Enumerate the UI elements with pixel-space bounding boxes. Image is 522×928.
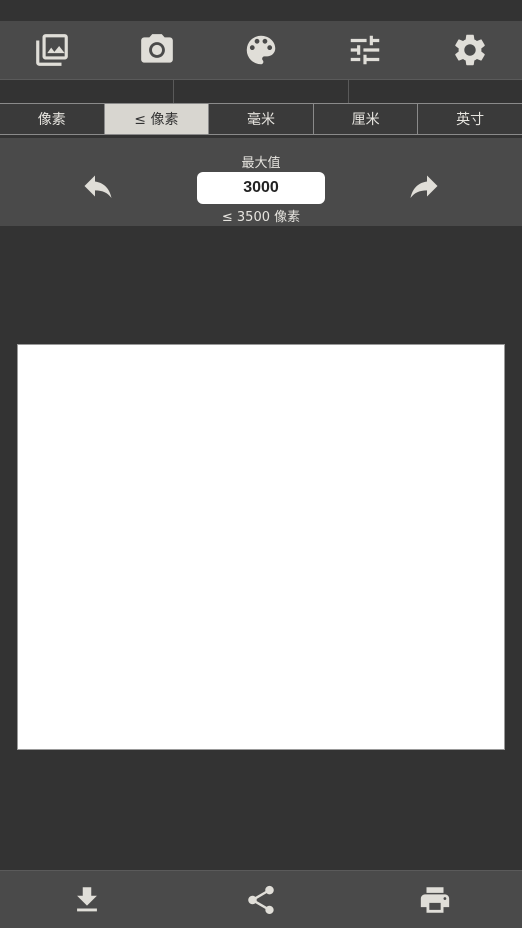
photo-library-button[interactable]: [26, 24, 78, 76]
print-button[interactable]: [409, 874, 461, 926]
tab-millimeters[interactable]: 毫米: [209, 104, 314, 134]
undo-icon: [84, 175, 112, 198]
sub-tab[interactable]: [0, 80, 175, 103]
max-value-label: 最大值: [241, 156, 281, 171]
tune-icon: [351, 35, 380, 65]
image-preview[interactable]: [17, 344, 505, 750]
photo-library-icon: [36, 34, 69, 66]
tab-max-pixels[interactable]: ≤ 像素: [104, 104, 210, 134]
canvas-area: [0, 226, 522, 870]
undo-button[interactable]: [80, 168, 116, 204]
palette-button[interactable]: [235, 24, 287, 76]
tab-centimeters[interactable]: 厘米: [314, 104, 419, 134]
top-toolbar: [0, 21, 522, 79]
tab-pixels[interactable]: 像素: [0, 104, 105, 134]
redo-icon: [410, 175, 438, 198]
settings-icon: [454, 34, 485, 66]
max-value-input[interactable]: [197, 172, 325, 204]
palette-icon: [246, 35, 276, 65]
sub-tab[interactable]: [349, 80, 522, 103]
adjust-button[interactable]: [339, 24, 391, 76]
bottom-toolbar: [0, 870, 522, 928]
download-button[interactable]: [61, 874, 113, 926]
tab-inches[interactable]: 英寸: [418, 104, 522, 134]
limit-note: ≤ 3500 像素: [221, 210, 301, 225]
camera-icon: [140, 34, 173, 63]
status-bar: [0, 0, 522, 21]
share-icon: [248, 885, 274, 914]
settings-button[interactable]: [444, 24, 496, 76]
redo-button[interactable]: [406, 168, 442, 204]
print-icon: [420, 886, 450, 913]
sub-tab[interactable]: [174, 80, 349, 103]
unit-tabs: 像素 ≤ 像素 毫米 厘米 英寸: [0, 103, 522, 135]
size-panel: 最大值 ≤ 3500 像素: [0, 138, 522, 226]
share-button[interactable]: [235, 874, 287, 926]
camera-button[interactable]: [131, 24, 183, 76]
sub-tab-strip: [0, 79, 522, 103]
download-icon: [77, 886, 97, 911]
